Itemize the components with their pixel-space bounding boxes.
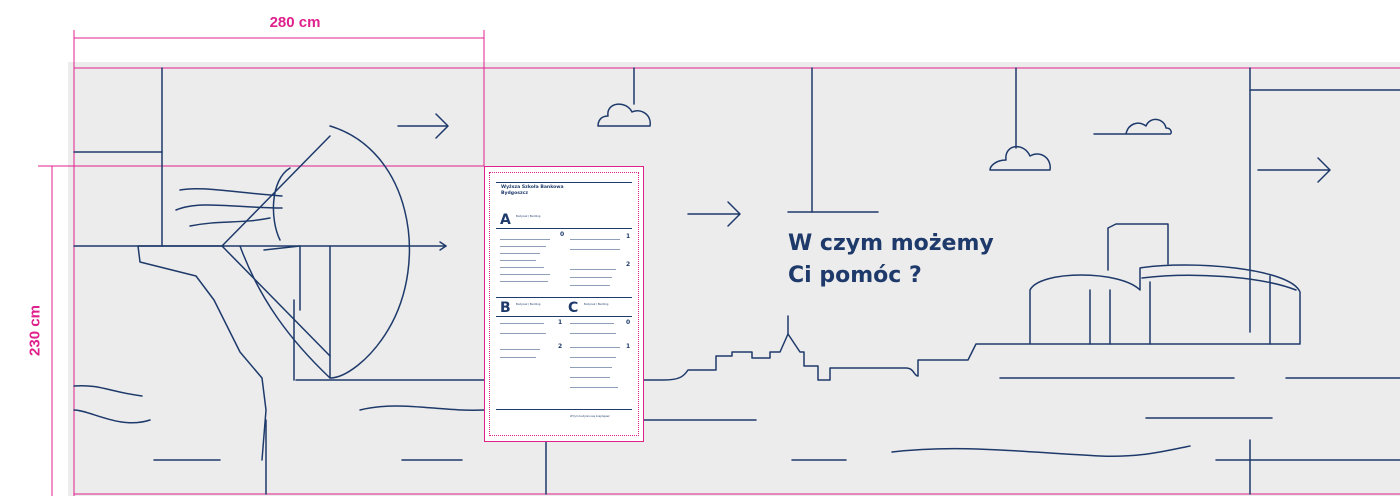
section-c-subtitle: Budynek / Building (584, 303, 609, 306)
section-a-rule (496, 228, 632, 229)
section-a-floor-1: 1 (626, 233, 631, 240)
panel-top-rule (496, 182, 632, 183)
section-a-floor-0: 0 (560, 231, 565, 238)
panel-title-line-2: Bydgoszcz (501, 191, 529, 196)
section-a-floor-2: 2 (626, 261, 631, 268)
headline: W czym możemy Ci pomóc ? (788, 228, 994, 292)
wall-background (68, 62, 1400, 496)
directory-panel: Wyższa Szkoła Bankowa Bydgoszcz A Budyne… (484, 166, 644, 442)
section-a-subtitle: Budynek / Building (516, 215, 541, 218)
wall-illustration (38, 30, 1400, 496)
headline-line-2: Ci pomóc ? (788, 263, 922, 288)
section-b-letter: B (500, 300, 511, 316)
panel-bottom-rule (496, 409, 632, 410)
section-c-floor-1: 1 (626, 343, 631, 350)
section-b-rule (496, 316, 632, 317)
section-c-letter: C (568, 300, 579, 316)
panel-title: Wyższa Szkoła Bankowa Bydgoszcz (501, 185, 564, 197)
section-b-top-rule (496, 297, 632, 298)
panel-footer-note: W tym budynku się znajdujesz (570, 415, 610, 418)
panel-inner-frame: Wyższa Szkoła Bankowa Bydgoszcz A Budyne… (489, 172, 639, 436)
section-b-subtitle: Budynek / Building (516, 303, 541, 306)
section-a-letter: A (500, 212, 511, 228)
headline-line-1: W czym możemy (788, 231, 994, 256)
section-b-floor-1: 1 (558, 319, 563, 326)
section-c-floor-0: 0 (626, 319, 631, 326)
section-b-floor-2: 2 (558, 343, 563, 350)
